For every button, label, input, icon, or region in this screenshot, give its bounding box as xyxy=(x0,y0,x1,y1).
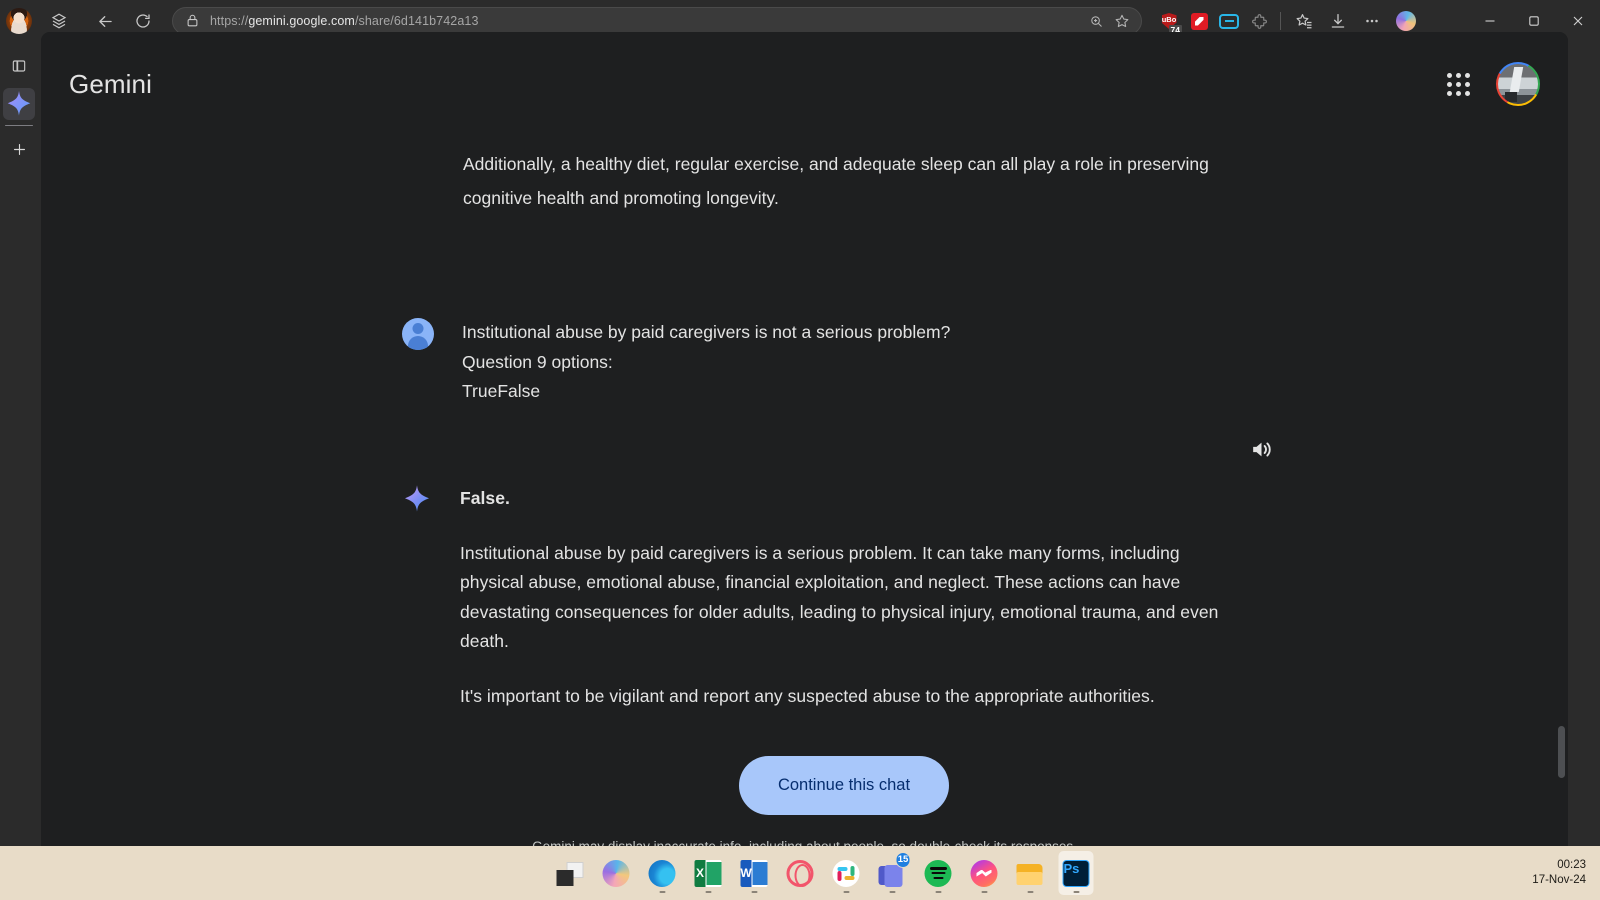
user-message-line-3: TrueFalse xyxy=(462,381,541,401)
opera-icon xyxy=(786,859,814,887)
previous-response-paragraph: Additionally, a healthy diet, regular ex… xyxy=(463,154,1209,208)
teams-badge-count: 15 xyxy=(895,852,911,868)
model-response-text: False. Institutional abuse by paid careg… xyxy=(460,484,1232,711)
split-screen-icon[interactable] xyxy=(4,51,34,81)
taskbar-item-copilot[interactable] xyxy=(599,851,634,895)
taskbar-item-start[interactable] xyxy=(507,851,542,895)
gemini-page: Additionally, a healthy diet, regular ex… xyxy=(41,32,1568,846)
taskbar-item-teams[interactable]: 15 xyxy=(875,851,911,895)
sidebar-copilot-tab[interactable] xyxy=(3,88,35,126)
gemini-header: Gemini xyxy=(41,32,1568,136)
browser-profile-avatar[interactable] xyxy=(6,8,32,34)
running-indicator xyxy=(889,890,895,893)
page-scrollbar[interactable] xyxy=(1557,32,1566,846)
model-paragraph-1: Institutional abuse by paid caregivers i… xyxy=(460,542,1219,652)
running-indicator xyxy=(1073,890,1079,893)
clock-date: 17-Nov-24 xyxy=(1532,874,1586,886)
user-avatar xyxy=(402,318,434,350)
url-text: https://gemini.google.com/share/6d141b74… xyxy=(210,14,479,28)
running-indicator xyxy=(1027,890,1033,893)
model-paragraph-2: It's important to be vigilant and report… xyxy=(460,685,1155,706)
user-message-line-1: Institutional abuse by paid caregivers i… xyxy=(462,322,951,342)
slack-icon xyxy=(832,859,860,887)
star-icon[interactable] xyxy=(1109,8,1135,34)
taskbar-icons: X W 15 Ps xyxy=(507,851,1094,895)
spotify-icon xyxy=(924,859,952,887)
user-message-text: Institutional abuse by paid caregivers i… xyxy=(462,318,950,407)
photoshop-icon: Ps xyxy=(1062,859,1090,887)
taskbar-item-spotify[interactable] xyxy=(921,851,956,895)
zoom-in-icon[interactable] xyxy=(1083,8,1109,34)
running-indicator xyxy=(935,890,941,893)
gemini-sparkle-icon xyxy=(405,485,429,512)
user-message-line-2: Question 9 options: xyxy=(462,351,613,372)
apps-grid-icon[interactable] xyxy=(1438,64,1478,104)
lock-icon xyxy=(185,13,201,29)
windows-start-icon xyxy=(511,860,538,887)
word-icon: W xyxy=(740,859,768,887)
conversation-scroll-area[interactable]: Additionally, a healthy diet, regular ex… xyxy=(41,32,1568,846)
taskbar-item-photoshop[interactable]: Ps xyxy=(1058,851,1094,895)
running-indicator xyxy=(751,890,757,893)
running-indicator xyxy=(981,890,987,893)
taskbar-clock[interactable]: 00:23 17-Nov-24 xyxy=(1532,846,1586,900)
taskbar-item-edge[interactable] xyxy=(645,851,680,895)
copilot-taskbar-icon xyxy=(602,859,630,887)
excel-icon: X xyxy=(694,859,722,887)
browser-window: https://gemini.google.com/share/6d141b74… xyxy=(0,0,1600,846)
toolbar-divider xyxy=(1280,12,1281,30)
taskbar-item-word[interactable]: W xyxy=(737,851,772,895)
clock-time: 00:23 xyxy=(1557,859,1586,871)
speaker-icon[interactable] xyxy=(1245,434,1277,464)
windows-taskbar: X W 15 Ps 00:23 17-Nov-24 xyxy=(0,846,1600,900)
scrollbar-thumb[interactable] xyxy=(1558,726,1565,778)
task-view-icon xyxy=(556,860,584,887)
taskbar-item-opera[interactable] xyxy=(783,851,818,895)
messenger-icon xyxy=(970,859,998,887)
account-avatar[interactable] xyxy=(1496,62,1540,106)
user-message-turn: Institutional abuse by paid caregivers i… xyxy=(402,318,1202,407)
running-indicator xyxy=(659,890,665,893)
header-right-controls xyxy=(1438,62,1540,106)
file-explorer-icon xyxy=(1016,860,1044,887)
gemini-logo[interactable]: Gemini xyxy=(69,69,152,100)
running-indicator xyxy=(705,890,711,893)
model-response-turn: False. Institutional abuse by paid careg… xyxy=(402,484,1232,711)
running-indicator xyxy=(843,890,849,893)
model-verdict: False. xyxy=(460,488,510,508)
sidebar-add-icon[interactable] xyxy=(4,134,34,164)
continue-this-chat-button[interactable]: Continue this chat xyxy=(739,756,949,815)
taskbar-item-file-explorer[interactable] xyxy=(1013,851,1048,895)
taskbar-item-slack[interactable] xyxy=(829,851,864,895)
address-bar[interactable]: https://gemini.google.com/share/6d141b74… xyxy=(172,7,1142,35)
edge-sidebar xyxy=(0,42,38,846)
gemini-disclaimer: Gemini may display inaccurate info, incl… xyxy=(41,839,1568,846)
taskbar-item-task-view[interactable] xyxy=(553,851,588,895)
taskbar-item-excel[interactable]: X xyxy=(691,851,726,895)
edge-icon xyxy=(648,859,676,887)
taskbar-item-messenger[interactable] xyxy=(967,851,1002,895)
